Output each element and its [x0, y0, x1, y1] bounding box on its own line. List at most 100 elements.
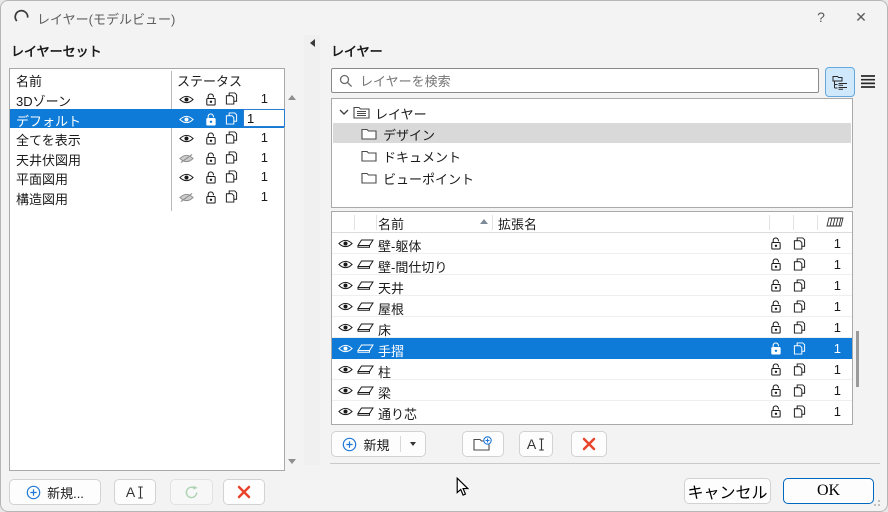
unlock-icon[interactable]: [204, 112, 217, 126]
intersection-number[interactable]: 1: [817, 278, 841, 293]
layer-set-row[interactable]: 平面図用 1: [10, 167, 284, 187]
resize-grip[interactable]: [870, 496, 881, 507]
delete-layer-set-button[interactable]: [223, 479, 265, 505]
column-header-status[interactable]: ステータス: [177, 71, 242, 90]
layer-set-row-selected[interactable]: デフォルト: [10, 109, 284, 129]
pages-icon[interactable]: [793, 300, 806, 313]
new-layer-button[interactable]: 新規: [332, 435, 400, 454]
intersection-number-edit[interactable]: [243, 109, 285, 127]
visible-eye-icon[interactable]: [179, 94, 194, 105]
column-header-name[interactable]: 名前: [378, 214, 404, 233]
intersection-number[interactable]: 1: [817, 383, 841, 398]
pages-icon[interactable]: [793, 237, 806, 250]
rename-layer-button[interactable]: A: [519, 431, 553, 457]
unlock-icon[interactable]: [204, 190, 217, 204]
layer-row[interactable]: 梁 1: [332, 380, 852, 401]
layer-row-selected[interactable]: 手摺 1: [332, 338, 852, 359]
sort-ascending-icon[interactable]: [480, 219, 488, 224]
search-input[interactable]: [358, 70, 812, 93]
intersection-group-column-icon[interactable]: [826, 217, 844, 227]
visible-eye-icon[interactable]: [179, 114, 194, 125]
layer-row[interactable]: 屋根 1: [332, 296, 852, 317]
pages-icon[interactable]: [793, 279, 806, 292]
layer-search-box[interactable]: [331, 68, 819, 93]
intersection-number[interactable]: 1: [248, 189, 268, 204]
layer-set-row[interactable]: 天井伏図用 1: [10, 148, 284, 168]
ok-button[interactable]: OK: [783, 478, 874, 504]
unlock-icon[interactable]: [769, 236, 782, 250]
tree-folder-row[interactable]: ビューポイント: [333, 167, 851, 187]
new-layer-set-button[interactable]: 新規...: [9, 479, 101, 505]
unlock-icon[interactable]: [769, 299, 782, 313]
tree-view-toggle[interactable]: [825, 67, 855, 97]
update-layer-set-button[interactable]: [170, 479, 213, 505]
unlock-icon[interactable]: [204, 92, 217, 106]
tree-folder-row-highlighted[interactable]: デザイン: [333, 123, 851, 143]
pages-icon[interactable]: [793, 363, 806, 376]
layer-row[interactable]: 通り芯 1: [332, 401, 852, 422]
panel-splitter[interactable]: [304, 35, 320, 465]
visible-eye-icon[interactable]: [338, 259, 353, 270]
intersection-number[interactable]: 1: [817, 404, 841, 419]
tree-folder-row[interactable]: ドキュメント: [333, 145, 851, 165]
pages-icon[interactable]: [793, 258, 806, 271]
intersection-number[interactable]: 1: [817, 236, 841, 251]
collapse-arrow-icon[interactable]: [310, 39, 315, 47]
intersection-number[interactable]: 1: [817, 341, 841, 356]
new-layer-split-button[interactable]: 新規: [331, 431, 426, 457]
layer-sets-scrollbar[interactable]: [284, 91, 300, 469]
pages-icon[interactable]: [225, 170, 238, 183]
cancel-button[interactable]: キャンセル: [684, 478, 771, 504]
pages-icon[interactable]: [225, 112, 238, 125]
scroll-up-arrow[interactable]: [288, 95, 296, 100]
pages-icon[interactable]: [225, 92, 238, 105]
layer-set-row[interactable]: 全てを表示 1: [10, 128, 284, 148]
unlock-icon[interactable]: [769, 404, 782, 418]
intersection-number[interactable]: 1: [817, 320, 841, 335]
chevron-down-icon[interactable]: [339, 109, 349, 115]
intersection-number[interactable]: 1: [248, 91, 268, 106]
visible-eye-icon[interactable]: [338, 301, 353, 312]
visible-eye-icon[interactable]: [179, 172, 194, 183]
visible-eye-icon[interactable]: [338, 280, 353, 291]
unlock-icon[interactable]: [204, 131, 217, 145]
close-button[interactable]: ✕: [845, 5, 877, 29]
layer-row[interactable]: 天井 1: [332, 275, 852, 296]
visible-eye-icon[interactable]: [338, 343, 353, 354]
scroll-down-arrow[interactable]: [288, 459, 296, 464]
layers-scrollbar-thumb[interactable]: [856, 331, 859, 387]
visible-eye-icon[interactable]: [338, 322, 353, 333]
pages-icon[interactable]: [225, 151, 238, 164]
visible-eye-icon[interactable]: [338, 406, 353, 417]
unlock-icon[interactable]: [769, 278, 782, 292]
intersection-number[interactable]: 1: [248, 169, 268, 184]
pages-icon[interactable]: [225, 131, 238, 144]
layer-row[interactable]: 柱 1: [332, 359, 852, 380]
delete-layer-button[interactable]: [571, 431, 607, 457]
layer-row[interactable]: 壁-躯体 1: [332, 233, 852, 254]
unlock-icon[interactable]: [769, 362, 782, 376]
intersection-number[interactable]: 1: [248, 130, 268, 145]
unlock-icon[interactable]: [769, 383, 782, 397]
unlock-icon[interactable]: [204, 170, 217, 184]
intersection-number[interactable]: 1: [817, 299, 841, 314]
hidden-eye-icon[interactable]: [179, 192, 194, 203]
intersection-number[interactable]: 1: [817, 257, 841, 272]
rename-layer-set-button[interactable]: A: [114, 479, 156, 505]
pages-icon[interactable]: [793, 405, 806, 418]
column-header-name[interactable]: 名前: [16, 71, 42, 90]
new-layer-dropdown[interactable]: [401, 442, 425, 446]
layer-row[interactable]: 床 1: [332, 317, 852, 338]
pages-icon[interactable]: [793, 321, 806, 334]
new-folder-button[interactable]: [462, 431, 504, 457]
titlebar[interactable]: レイヤー(モデルビュー) ? ✕: [1, 1, 888, 33]
intersection-number[interactable]: 1: [248, 150, 268, 165]
layer-row[interactable]: 壁-間仕切り 1: [332, 254, 852, 275]
help-button[interactable]: ?: [807, 5, 835, 29]
pages-icon[interactable]: [225, 190, 238, 203]
visible-eye-icon[interactable]: [338, 385, 353, 396]
unlock-icon[interactable]: [769, 320, 782, 334]
visible-eye-icon[interactable]: [338, 238, 353, 249]
column-header-extension[interactable]: 拡張名: [498, 214, 537, 233]
visible-eye-icon[interactable]: [179, 133, 194, 144]
